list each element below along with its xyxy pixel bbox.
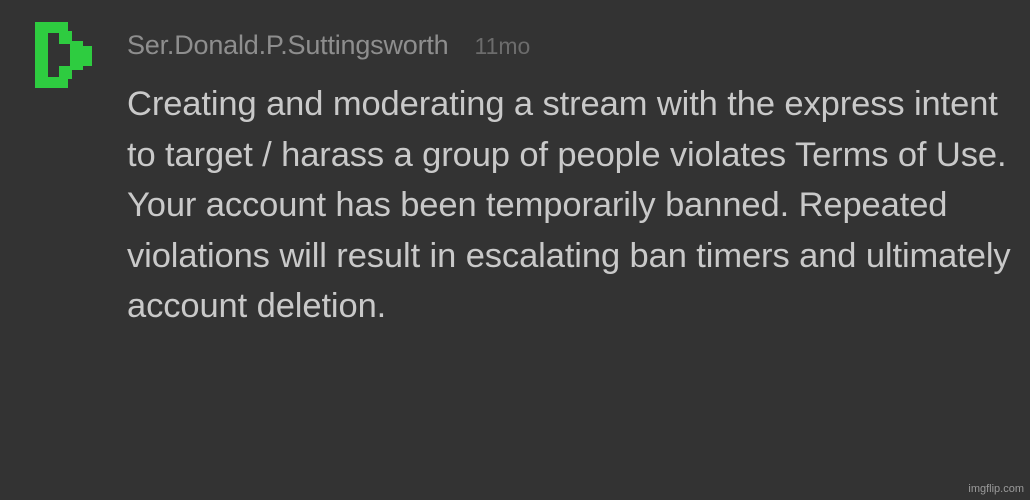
username[interactable]: Ser.Donald.P.Suttingsworth: [127, 30, 449, 61]
comment: Ser.Donald.P.Suttingsworth 11mo Creating…: [0, 0, 1030, 500]
watermark: imgflip.com: [968, 483, 1024, 495]
avatar[interactable]: [35, 22, 93, 88]
timestamp[interactable]: 11mo: [475, 33, 531, 60]
comment-header: Ser.Donald.P.Suttingsworth 11mo: [127, 30, 530, 66]
pixel-letter-d-icon: [35, 22, 92, 88]
comment-body: Creating and moderating a stream with th…: [127, 85, 1011, 325]
page: Ser.Donald.P.Suttingsworth 11mo Creating…: [0, 0, 1030, 500]
